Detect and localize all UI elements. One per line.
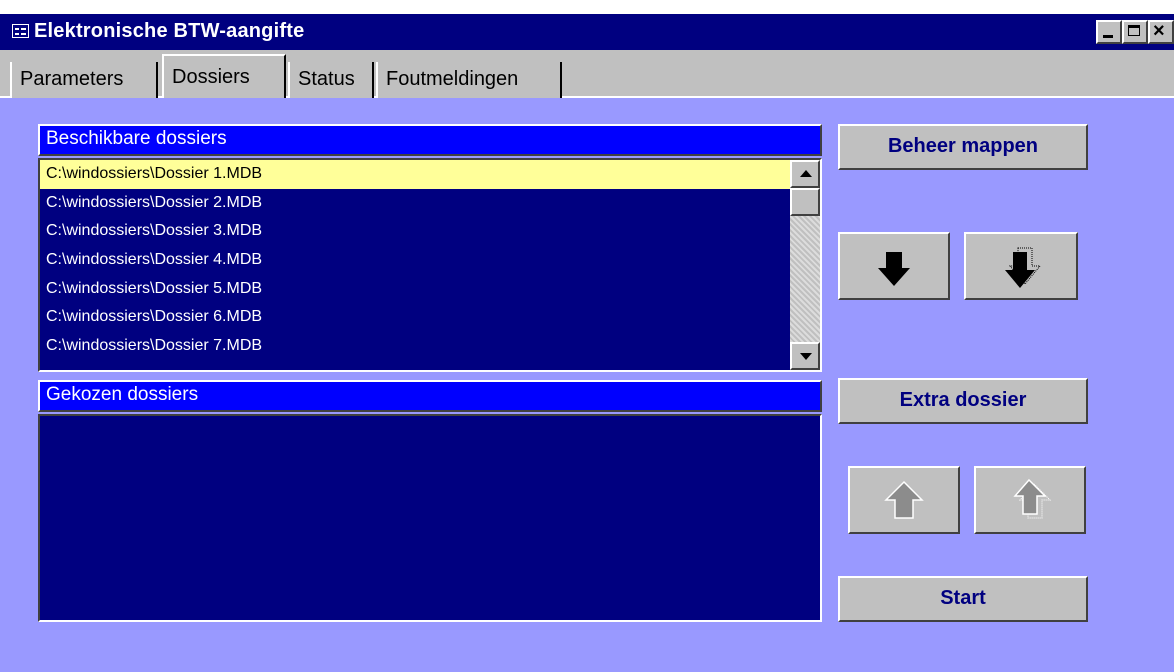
tab-parameters[interactable]: Parameters <box>10 62 158 98</box>
double-arrow-up-icon <box>1013 478 1052 519</box>
minimize-icon[interactable] <box>1096 20 1122 44</box>
chosen-dossiers-header: Gekozen dossiers <box>38 380 822 412</box>
available-dossiers-header: Beschikbare dossiers <box>38 124 822 156</box>
available-dossiers-list[interactable]: C:\windossiers\Dossier 1.MDB C:\windossi… <box>38 158 822 372</box>
window-title: Elektronische BTW-aangifte <box>34 20 305 42</box>
add-selected-button[interactable] <box>838 232 950 300</box>
tab-foutmeldingen[interactable]: Foutmeldingen <box>376 62 562 98</box>
start-button[interactable]: Start <box>838 576 1088 622</box>
remove-selected-button[interactable] <box>848 466 960 534</box>
list-item[interactable]: C:\windossiers\Dossier 6.MDB <box>40 303 790 332</box>
list-item[interactable]: C:\windossiers\Dossier 2.MDB <box>40 189 790 218</box>
scroll-down-button[interactable] <box>790 342 820 370</box>
scroll-thumb[interactable] <box>790 188 820 216</box>
list-item[interactable]: C:\windossiers\Dossier 5.MDB <box>40 275 790 304</box>
title-bar[interactable]: Elektronische BTW-aangifte × <box>0 14 1174 50</box>
app-window: Elektronische BTW-aangifte × Parameters … <box>0 14 1174 672</box>
list-item[interactable]: C:\windossiers\Dossier 1.MDB <box>40 160 790 189</box>
chosen-dossiers-list[interactable] <box>38 414 822 622</box>
arrow-down-icon <box>878 252 910 286</box>
triangle-down-icon <box>800 353 812 360</box>
tab-strip: Parameters Dossiers Status Foutmeldingen <box>0 50 1174 98</box>
remove-all-button[interactable] <box>974 466 1086 534</box>
maximize-icon[interactable] <box>1122 20 1148 44</box>
list-item[interactable]: C:\windossiers\Dossier 3.MDB <box>40 217 790 246</box>
extra-dossier-button[interactable]: Extra dossier <box>838 378 1088 424</box>
form-icon <box>12 24 29 38</box>
vertical-scrollbar[interactable] <box>790 160 820 370</box>
double-arrow-down-icon <box>1005 247 1042 288</box>
arrow-up-icon <box>884 480 924 519</box>
triangle-up-icon <box>800 170 812 177</box>
tab-status[interactable]: Status <box>288 62 374 98</box>
list-item[interactable]: C:\windossiers\Dossier 4.MDB <box>40 246 790 275</box>
list-item[interactable]: C:\windossiers\Dossier 7.MDB <box>40 332 790 361</box>
manage-folders-button[interactable]: Beheer mappen <box>838 124 1088 170</box>
tab-dossiers[interactable]: Dossiers <box>162 54 286 98</box>
scroll-up-button[interactable] <box>790 160 820 188</box>
close-icon[interactable]: × <box>1148 20 1174 44</box>
add-all-button[interactable] <box>964 232 1078 300</box>
